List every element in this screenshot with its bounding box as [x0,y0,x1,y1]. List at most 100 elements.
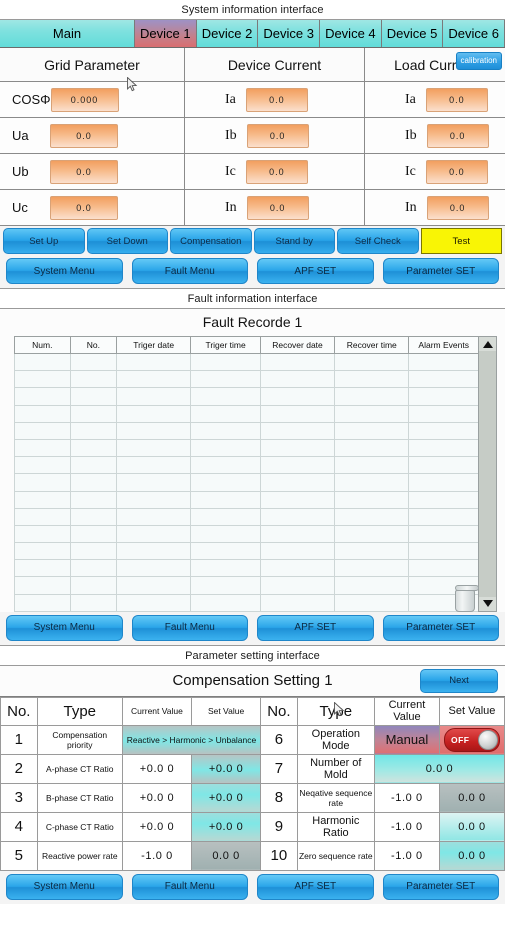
value-load-ic[interactable]: 0.0 [425,159,488,184]
tab-device-3[interactable]: Device 3 [258,20,321,47]
toggle-knob-icon [477,729,498,750]
fault-table-row[interactable] [14,524,479,544]
row4-set-right[interactable]: 0.0 0 [438,811,505,842]
value-uc[interactable]: 0.0 [50,195,118,220]
tab-device-6[interactable]: Device 6 [443,20,505,47]
value-ub[interactable]: 0.0 [50,159,118,184]
p1-fault-menu-button[interactable]: Fault Menu [131,258,248,284]
value-load-ia[interactable]: 0.0 [425,87,488,112]
value-device-ia[interactable]: 0.0 [245,87,308,112]
set-up-button[interactable]: Set Up [3,228,85,254]
value-ua[interactable]: 0.0 [50,123,118,148]
p1-apf-set-button[interactable]: APF SET [257,258,374,284]
value-device-ib[interactable]: 0.0 [246,123,309,148]
fault-table-row[interactable] [14,559,479,578]
fault-table-row[interactable] [14,593,479,612]
row5-set-right[interactable]: 0.0 0 [438,840,505,871]
set-down-button[interactable]: Set Down [86,228,168,254]
fault-table-scrollbar[interactable] [478,336,497,612]
fault-table-cell [116,473,192,492]
fault-table-row[interactable] [14,421,479,440]
fault-table-row[interactable] [14,352,479,372]
operation-mode-toggle[interactable]: OFF [443,727,500,752]
fault-table-cell [190,456,261,475]
self-check-button[interactable]: Self Check [337,228,419,254]
compensation-button[interactable]: Compensation [170,228,252,254]
fault-table-row[interactable] [14,542,479,561]
fault-table-row[interactable] [14,507,479,526]
row1-set-right[interactable]: OFF [438,724,505,755]
fault-table-cell [116,456,192,475]
col-triger-time: Triger time [190,336,261,354]
group-header-row: Grid Parameter Device Current Load Curre… [0,48,505,82]
fault-table-row[interactable] [14,438,479,458]
cell-device-ia: Ia 0.0 [185,82,365,117]
fault-table-row[interactable] [14,404,479,423]
tab-device-5[interactable]: Device 5 [381,20,444,47]
fault-table-cell [14,438,71,458]
fault-table-cell [69,456,118,475]
test-button[interactable]: Test [420,228,502,254]
delete-record-button[interactable] [455,584,479,612]
fault-table-cell [116,542,192,561]
row5-set-left[interactable]: 0.0 0 [191,840,262,871]
fault-table-cell [259,559,336,578]
fault-record-title: Fault Recorde 1 [0,309,505,336]
row2-type-left: A-phase CT Ratio [36,753,123,784]
p1-system-menu-button[interactable]: System Menu [6,258,123,284]
row1-priority-value[interactable]: Reactive > Harmonic > Unbalance [121,724,262,755]
fault-table-row[interactable] [14,370,479,389]
row2-type-right: Number of Mold [296,753,375,784]
row5-no-left: 5 [0,840,38,871]
tab-main-label: Main [52,26,82,41]
p3-system-menu-button[interactable]: System Menu [6,873,123,900]
fault-table-row[interactable] [14,456,479,475]
value-load-in[interactable]: 0.0 [426,195,489,220]
fault-table-row[interactable] [14,473,479,492]
row3-set-right[interactable]: 0.0 0 [438,782,505,813]
fault-table-row[interactable] [14,490,479,509]
p3-apf-set-button[interactable]: APF SET [257,873,374,900]
tab-device-2[interactable]: Device 2 [196,20,259,47]
p2-parameter-set-button[interactable]: Parameter SET [382,614,499,641]
row2-mold-value[interactable]: 0.0 0 [373,753,505,784]
tab-device-3-label: Device 3 [263,26,314,41]
scroll-up-button[interactable] [479,337,496,351]
p2-fault-menu-button[interactable]: Fault Menu [131,614,248,641]
row2-set-left[interactable]: +0.0 0 [191,753,262,784]
scroll-down-button[interactable] [479,596,496,611]
fault-table-cell [14,593,71,612]
fault-table-row[interactable] [14,387,479,406]
value-device-in[interactable]: 0.0 [246,195,309,220]
p3-fault-menu-button[interactable]: Fault Menu [131,873,248,900]
fault-table-cell [334,507,410,526]
tab-device-2-label: Device 2 [201,26,253,41]
next-button[interactable]: Next [420,668,498,693]
cell-cos-phi: COSΦ 0.000 [0,82,185,117]
fault-table-cell [190,421,261,440]
fault-table-cell [116,438,192,458]
row3-type-left: B-phase CT Ratio [36,782,123,813]
p1-parameter-set-button[interactable]: Parameter SET [382,258,499,284]
row1-current-right[interactable]: Manual [373,724,440,755]
fault-table-row[interactable] [14,576,479,595]
tab-main[interactable]: Main [0,20,135,47]
row4-set-left[interactable]: +0.0 0 [191,811,262,842]
fault-table-cell [69,576,118,595]
p3-parameter-set-button[interactable]: Parameter SET [382,873,499,900]
stand-by-button[interactable]: Stand by [253,228,335,254]
cell-load-in: In 0.0 [365,190,505,225]
calibration-button[interactable]: calibration [455,52,502,70]
row3-set-left[interactable]: +0.0 0 [191,782,262,813]
p2-apf-set-button[interactable]: APF SET [257,614,374,641]
value-load-ib[interactable]: 0.0 [426,123,489,148]
tab-device-4[interactable]: Device 4 [320,20,382,47]
fault-table-cell [334,524,410,544]
hdr-current-value-left: Current Value [121,696,193,726]
tab-device-1[interactable]: Device 1 [135,20,197,47]
group-grid-parameter-label: Grid Parameter [44,56,140,73]
value-cos-phi[interactable]: 0.000 [50,87,119,112]
fault-table-cell [259,370,336,389]
p2-system-menu-button[interactable]: System Menu [6,614,123,641]
value-device-ic[interactable]: 0.0 [245,159,308,184]
